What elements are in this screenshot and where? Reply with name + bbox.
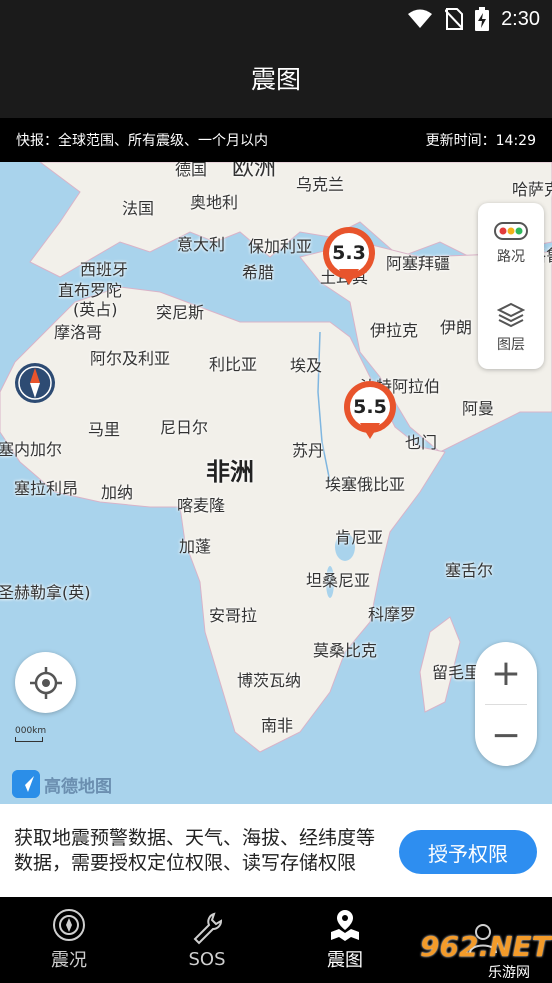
map-label: 阿尔及利亚 bbox=[90, 349, 171, 368]
map-label: 科摩罗 bbox=[368, 605, 417, 624]
map-label: 希腊 bbox=[242, 263, 275, 282]
map-label: 塞内加尔 bbox=[0, 440, 63, 459]
zoom-in-button[interactable]: + bbox=[475, 642, 537, 704]
wifi-icon bbox=[408, 9, 433, 28]
nav-label: 震况 bbox=[51, 950, 87, 971]
quake-marker[interactable]: 5.5 bbox=[344, 381, 396, 443]
map-label-continent: 非洲 bbox=[206, 458, 254, 486]
map-tools-panel: 路况 图层 bbox=[478, 203, 544, 369]
map-label: 埃塞俄比亚 bbox=[325, 475, 406, 494]
map-label: 南非 bbox=[261, 716, 294, 735]
quake-magnitude: 5.5 bbox=[350, 387, 390, 427]
traffic-button[interactable]: 路况 bbox=[478, 203, 544, 285]
map-label: 伊朗 bbox=[440, 318, 473, 337]
map-label: 塞舌尔 bbox=[445, 561, 494, 580]
title-bar: 震图 bbox=[0, 38, 552, 118]
watermark-subtext: 乐游网 bbox=[488, 965, 530, 981]
scale-bar bbox=[15, 737, 43, 742]
map-label: 肯尼亚 bbox=[335, 528, 384, 547]
map-label: 埃及 bbox=[290, 356, 323, 375]
map-label: 博茨瓦纳 bbox=[237, 671, 302, 690]
map-label: 阿塞拜疆 bbox=[386, 254, 451, 273]
scale-label: 000km bbox=[15, 726, 47, 736]
map-label: 保加利亚 bbox=[248, 237, 313, 256]
clock: 2:30 bbox=[501, 7, 540, 30]
map-label: 哈萨克 bbox=[512, 180, 552, 199]
nav-item-quake-status[interactable]: 震况 bbox=[0, 897, 138, 983]
zoom-out-button[interactable]: − bbox=[475, 704, 537, 766]
map-label: 加蓬 bbox=[179, 537, 212, 556]
map-label: 加纳 bbox=[101, 483, 134, 502]
locate-icon bbox=[29, 666, 62, 699]
quake-marker[interactable]: 5.3 bbox=[323, 227, 375, 289]
site-watermark: 962.NET 乐游网 bbox=[412, 924, 552, 981]
map-label: 突尼斯 bbox=[156, 303, 205, 322]
map-pin-icon bbox=[331, 910, 359, 941]
map-label: 乌克兰 bbox=[296, 175, 345, 194]
wrench-icon bbox=[193, 911, 223, 944]
quake-marker-tip bbox=[360, 423, 380, 439]
filter-summary[interactable]: 快报：全球范围、所有震级、一个月以内 bbox=[16, 130, 268, 150]
quake-marker-tip bbox=[339, 269, 359, 285]
status-bar: 2:30 bbox=[0, 0, 552, 38]
map-label: 马里 bbox=[88, 420, 121, 439]
traffic-icon bbox=[494, 222, 528, 240]
app-screen: 2:30 震图 快报：全球范围、所有震级、一个月以内 更新时间：14:29 欧洲… bbox=[0, 0, 552, 983]
permission-banner: 获取地震预警数据、天气、海拔、经纬度等数据，需要授权定位权限、读写存储权限 授予… bbox=[0, 804, 552, 897]
map-label: 也门 bbox=[405, 433, 438, 452]
map-label: 摩洛哥 bbox=[54, 323, 103, 342]
map-label: 苏丹 bbox=[292, 441, 325, 460]
map-label: 圣赫勒拿(英) bbox=[0, 583, 91, 602]
quake-magnitude: 5.3 bbox=[329, 233, 369, 273]
permission-message: 获取地震预警数据、天气、海拔、经纬度等数据，需要授权定位权限、读写存储权限 bbox=[14, 826, 376, 874]
amap-logo-icon bbox=[12, 770, 40, 798]
battery-charging-icon bbox=[475, 7, 490, 31]
map-label: 利比亚 bbox=[209, 355, 258, 374]
map-label: 尼日尔 bbox=[160, 418, 209, 437]
map-label: 欧洲 bbox=[232, 162, 277, 181]
map-scale: 000km bbox=[15, 726, 46, 742]
update-time: 更新时间：14:29 bbox=[425, 133, 536, 149]
map-label: 法国 bbox=[122, 199, 155, 218]
map-view[interactable]: 欧洲 德国 乌克兰 哈萨克 法国 奥地利 意大利 保加利亚 西班牙 希腊 土耳其… bbox=[0, 162, 552, 804]
layers-icon bbox=[497, 302, 525, 328]
nav-item-sos[interactable]: SOS bbox=[138, 897, 276, 983]
page-title: 震图 bbox=[250, 65, 301, 94]
compass-icon[interactable] bbox=[14, 362, 56, 404]
map-label: 德国 bbox=[175, 162, 208, 179]
map-label: 阿曼 bbox=[462, 399, 495, 418]
map-label: 安哥拉 bbox=[209, 606, 258, 625]
zoom-controls: + − bbox=[475, 642, 537, 766]
map-label: 塞拉利昂 bbox=[14, 479, 79, 498]
nav-label: 震图 bbox=[327, 950, 363, 971]
locate-button[interactable] bbox=[15, 652, 76, 713]
compass-icon bbox=[53, 909, 85, 941]
nav-item-quake-map[interactable]: 震图 bbox=[276, 897, 414, 983]
map-label: 意大利 bbox=[177, 235, 226, 254]
map-label: 坦桑尼亚 bbox=[306, 571, 371, 590]
watermark-text: 962.NET bbox=[420, 930, 551, 963]
map-provider-logo: 高德地图 bbox=[12, 770, 112, 798]
traffic-label: 路况 bbox=[497, 249, 525, 265]
info-bar: 快报：全球范围、所有震级、一个月以内 更新时间：14:29 bbox=[0, 118, 552, 162]
map-provider-name: 高德地图 bbox=[44, 776, 112, 797]
map-label: (英占) bbox=[73, 300, 118, 319]
map-label: 奥地利 bbox=[190, 193, 239, 212]
grant-permission-button[interactable]: 授予权限 bbox=[399, 830, 537, 874]
nav-label: SOS bbox=[188, 948, 226, 970]
layers-button[interactable]: 图层 bbox=[478, 287, 544, 369]
map-label: 留毛里 bbox=[432, 663, 481, 682]
no-sim-icon bbox=[445, 8, 464, 30]
map-label: 伊拉克 bbox=[370, 321, 419, 340]
map-label: 喀麦隆 bbox=[177, 496, 226, 515]
map-label: 莫桑比克 bbox=[313, 641, 378, 660]
layers-label: 图层 bbox=[497, 337, 525, 353]
